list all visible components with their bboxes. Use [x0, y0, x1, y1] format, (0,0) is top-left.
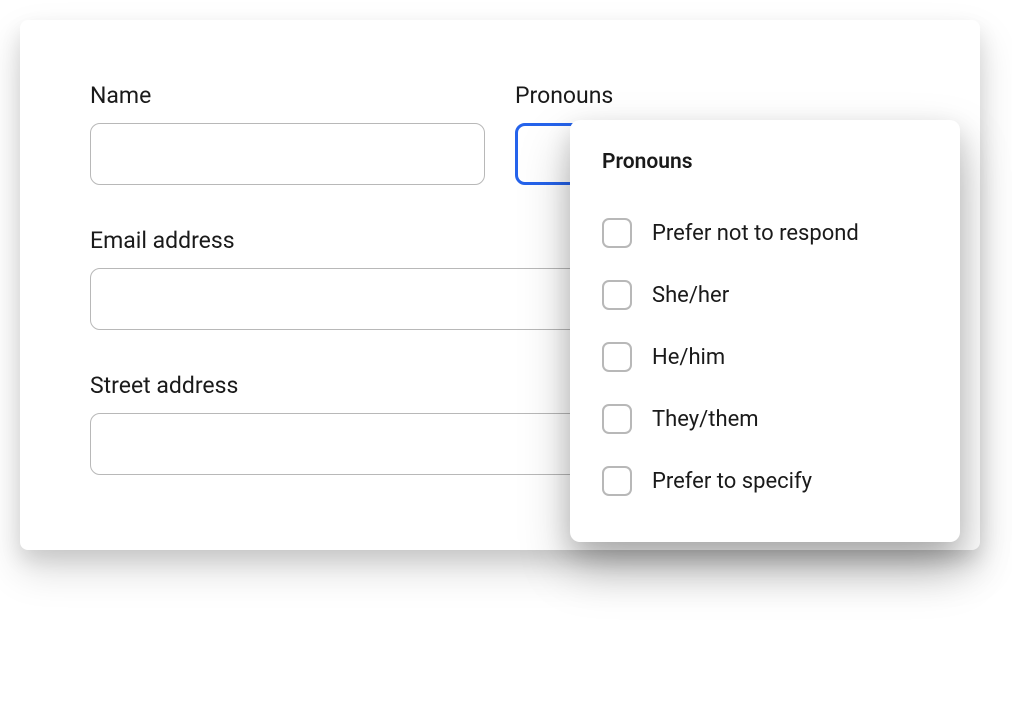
dropdown-option-she-her[interactable]: She/her: [602, 264, 928, 326]
dropdown-title: Pronouns: [602, 150, 928, 174]
option-label: They/them: [652, 407, 759, 432]
option-label: Prefer to specify: [652, 469, 812, 494]
dropdown-option-he-him[interactable]: He/him: [602, 326, 928, 388]
name-input[interactable]: [90, 123, 485, 185]
checkbox-icon[interactable]: [602, 218, 632, 248]
checkbox-icon[interactable]: [602, 466, 632, 496]
pronouns-label: Pronouns: [515, 82, 910, 109]
dropdown-option-prefer-not-to-respond[interactable]: Prefer not to respond: [602, 202, 928, 264]
checkbox-icon[interactable]: [602, 280, 632, 310]
option-label: She/her: [652, 283, 729, 308]
option-label: Prefer not to respond: [652, 221, 859, 246]
name-field-group: Name: [90, 82, 485, 185]
dropdown-option-they-them[interactable]: They/them: [602, 388, 928, 450]
option-label: He/him: [652, 345, 725, 370]
dropdown-option-prefer-to-specify[interactable]: Prefer to specify: [602, 450, 928, 512]
pronouns-dropdown: Pronouns Prefer not to respond She/her H…: [570, 120, 960, 542]
name-label: Name: [90, 82, 485, 109]
checkbox-icon[interactable]: [602, 404, 632, 434]
checkbox-icon[interactable]: [602, 342, 632, 372]
